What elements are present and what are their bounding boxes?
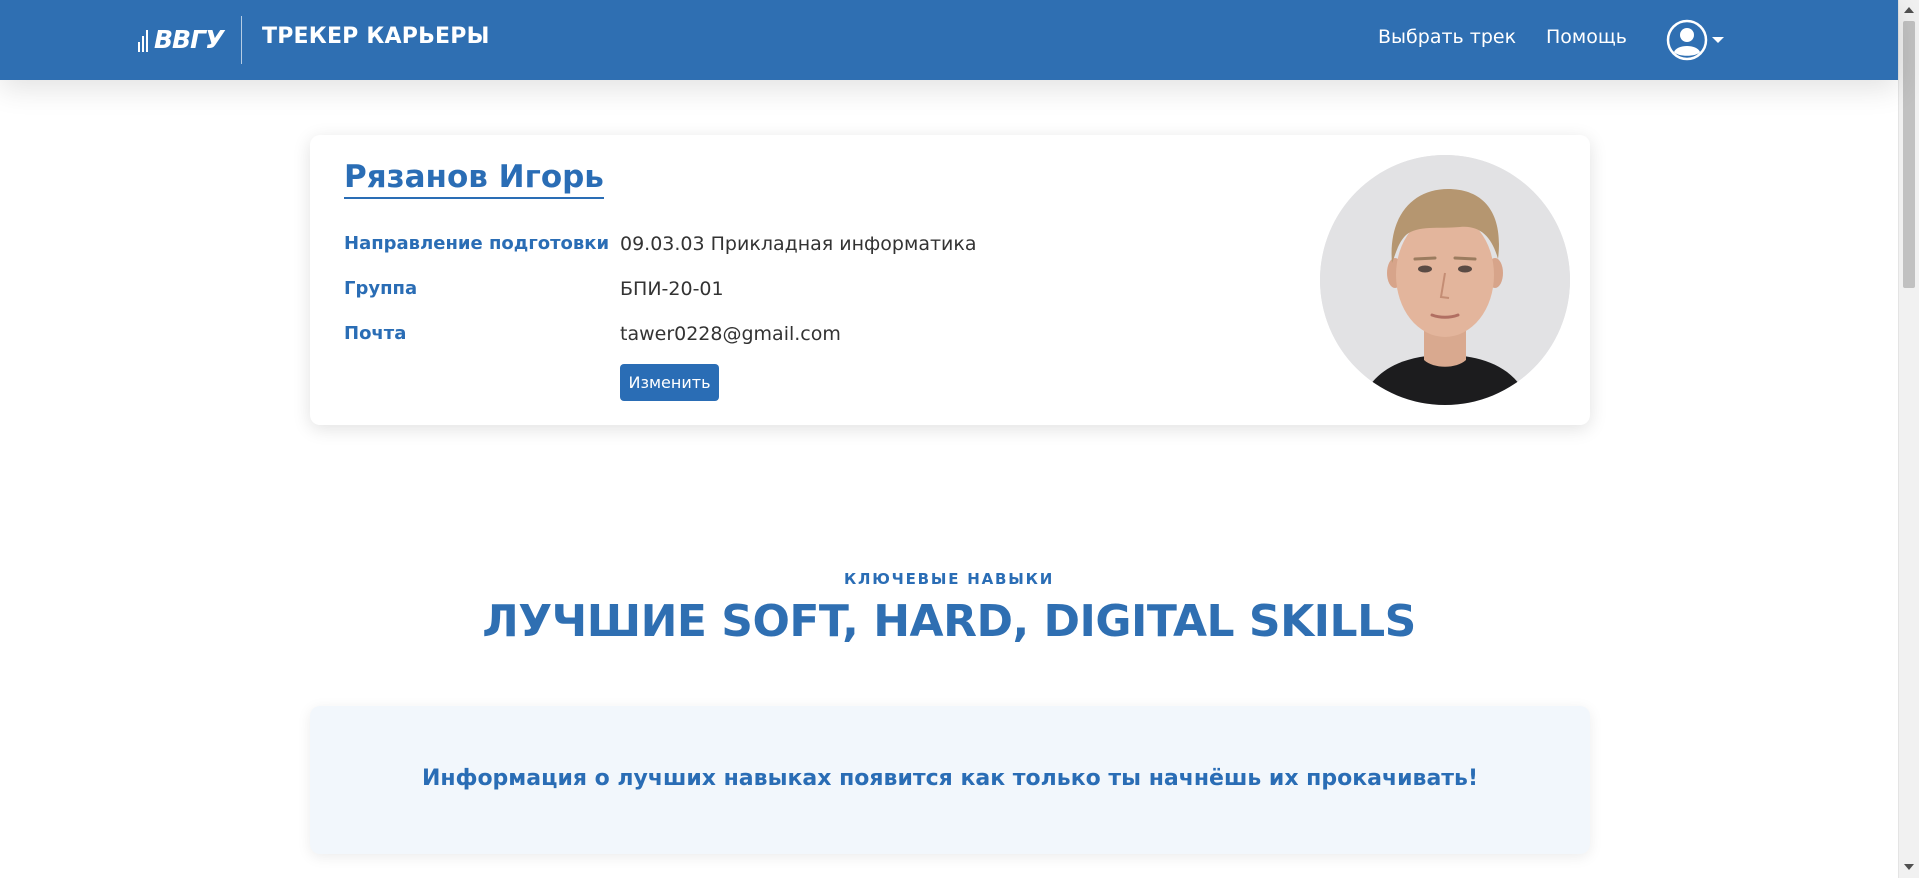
profile-photo [1320,155,1570,405]
empty-skills-message: Информация о лучших навыках появится как… [422,766,1478,791]
scroll-down-icon[interactable] [1904,864,1914,870]
field-label-email: Почта [344,323,407,344]
field-value-group: БПИ-20-01 [620,278,724,300]
scroll-up-icon[interactable] [1904,7,1914,13]
section-title: ЛУЧШИЕ SOFT, HARD, DIGITAL SKILLS [482,596,1416,647]
header-divider [241,16,242,64]
scroll-thumb[interactable] [1903,21,1915,288]
nav-help-link[interactable]: Помощь [1546,26,1627,48]
chevron-down-icon [1712,37,1724,43]
university-logo[interactable]: ВВГУ [138,22,224,56]
edit-profile-button[interactable]: Изменить [620,364,719,401]
logo-text: ВВГУ [154,24,224,54]
top-navbar: ВВГУ ТРЕКЕР КАРЬЕРЫ Выбрать трек Помощь [0,0,1898,80]
logo-bars-icon [138,26,150,52]
best-skills-panel: Информация о лучших навыках появится как… [310,706,1590,854]
nav-choose-track-link[interactable]: Выбрать трек [1378,26,1516,48]
field-label-program: Направление подготовки [344,233,610,254]
page-scrollbar[interactable] [1898,0,1919,878]
avatar [1320,155,1570,405]
profile-name[interactable]: Рязанов Игорь [344,159,604,199]
field-value-email: tawer0228@gmail.com [620,323,841,345]
user-menu-dropdown[interactable] [1666,19,1724,61]
section-eyebrow: КЛЮЧЕВЫЕ НАВЫКИ [843,570,1055,588]
app-title[interactable]: ТРЕКЕР КАРЬЕРЫ [262,24,490,49]
field-value-program: 09.03.03 Прикладная информатика [620,233,977,255]
profile-card: Рязанов Игорь Направление подготовки 09.… [310,135,1590,425]
user-circle-icon [1666,19,1708,61]
field-label-group: Группа [344,278,418,299]
